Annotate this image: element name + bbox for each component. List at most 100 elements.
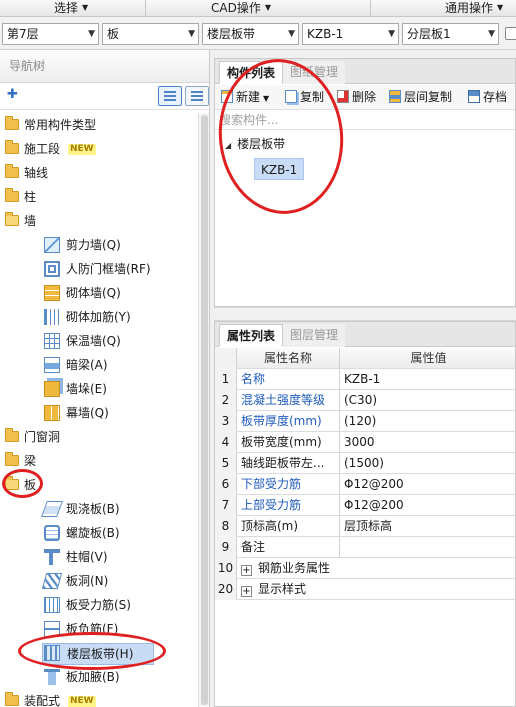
table-row[interactable]: 6 下部受力筋 Φ12@200: [215, 474, 515, 495]
type-select[interactable]: 楼层板带 ▼: [202, 23, 299, 45]
save-button[interactable]: 存档: [468, 89, 507, 106]
menu-divider: [145, 0, 146, 17]
tree-item-label: 梁: [24, 454, 37, 468]
component-toolbar: 新建 ▼ 复制 删除 层间复制 存档: [215, 85, 515, 110]
tree-item-label: 柱: [24, 190, 37, 204]
door-frame-wall-icon: [44, 261, 60, 277]
folder-icon: [5, 188, 19, 202]
chevron-down-icon: ▼: [263, 94, 270, 103]
tree-item-label: 螺旋板(B): [66, 526, 120, 540]
table-row[interactable]: 2 混凝土强度等级 (C30): [215, 390, 515, 411]
negative-rebar-icon: [44, 621, 60, 637]
chevron-down-icon: ▼: [388, 29, 395, 39]
nav-scrollbar[interactable]: [198, 113, 209, 707]
category-select[interactable]: 板 ▼: [102, 23, 199, 45]
table-row[interactable]: 3 板带厚度(mm) (120): [215, 411, 515, 432]
hidden-beam-icon: [44, 357, 60, 373]
tab-drawing-management[interactable]: 图纸管理: [283, 61, 346, 84]
collapse-triangle-icon[interactable]: ◢: [225, 141, 231, 150]
chevron-down-icon: ▼: [497, 3, 504, 12]
tree-item-floor-slab-band[interactable]: 楼层板带(H): [0, 641, 198, 665]
scrollbar-thumb[interactable]: [201, 115, 208, 705]
tree-item-label: 人防门框墙(RF): [66, 262, 151, 276]
cast-slab-icon: [41, 501, 63, 517]
option-checkbox[interactable]: [505, 27, 516, 40]
nav-toolbar: ✚: [0, 83, 209, 110]
tab-property-list[interactable]: 属性列表: [219, 324, 284, 347]
menu-cad-label: CAD操作: [211, 1, 261, 15]
tree-item-label: 板加腋(B): [66, 670, 120, 684]
tree-item-label: 暗梁(A): [66, 358, 108, 372]
new-label: 新建: [236, 90, 261, 104]
table-row[interactable]: 1 名称 KZB-1: [215, 369, 515, 390]
tree-item-label: 施工段: [24, 142, 61, 156]
tree-item-label: 板洞(N): [66, 574, 109, 588]
save-icon: [468, 90, 480, 103]
row-name: 混凝土强度等级: [241, 393, 326, 407]
column-cap-icon: [44, 549, 60, 565]
add-icon[interactable]: ✚: [7, 87, 18, 102]
row-value[interactable]: [339, 537, 516, 558]
table-row[interactable]: 7 上部受力筋 Φ12@200: [215, 495, 515, 516]
delete-label: 删除: [352, 90, 377, 104]
icon-view-button[interactable]: [185, 86, 209, 106]
masonry-wall-icon: [44, 285, 60, 301]
expand-plus-icon[interactable]: +: [241, 586, 252, 597]
tree-item-label: 墙: [24, 214, 37, 228]
property-panel: 属性列表 图层管理 属性名称 属性值 1 名称 KZB-1 2 混凝土强度等级 (C30…: [214, 321, 516, 707]
tab-component-list[interactable]: 构件列表: [219, 61, 284, 84]
row-value[interactable]: 3000: [339, 432, 516, 453]
component-item-selected[interactable]: KZB-1: [254, 158, 305, 180]
floor-copy-label: 层间复制: [404, 90, 453, 104]
component-select[interactable]: KZB-1 ▼: [302, 23, 399, 45]
tree-item-label: 保温墙(Q): [66, 334, 121, 348]
spiral-slab-icon: [44, 525, 60, 541]
floor-select[interactable]: 第7层 ▼: [2, 23, 99, 45]
row-value[interactable]: 层顶标高: [339, 516, 516, 537]
row-name: 名称: [241, 372, 266, 386]
layer-select-value: 分层板1: [407, 27, 451, 41]
row-index: 1: [215, 369, 237, 390]
table-row-group[interactable]: 10 + 钢筋业务属性: [215, 558, 515, 579]
table-row[interactable]: 9 备注: [215, 537, 515, 558]
delete-button[interactable]: 删除: [337, 89, 376, 106]
row-value[interactable]: KZB-1: [339, 369, 516, 390]
menu-cad[interactable]: CAD操作 ▼: [211, 0, 271, 17]
menu-general-label: 通用操作: [445, 1, 494, 15]
new-badge: NEW: [68, 144, 96, 155]
table-row-group[interactable]: 20 + 显示样式: [215, 579, 515, 600]
layer-select[interactable]: 分层板1 ▼: [402, 23, 499, 45]
floor-copy-button[interactable]: 层间复制: [389, 89, 452, 106]
nav-title: 导航树: [0, 50, 209, 83]
table-row[interactable]: 8 顶标高(m) 层顶标高: [215, 516, 515, 537]
copy-button[interactable]: 复制: [285, 89, 324, 106]
menu-select[interactable]: 选择 ▼: [54, 0, 88, 17]
row-value[interactable]: (1500): [339, 453, 516, 474]
row-value[interactable]: (C30): [339, 390, 516, 411]
component-tree-root[interactable]: ◢ 楼层板带: [225, 133, 285, 155]
row-name: 钢筋业务属性: [258, 561, 331, 575]
category-select-value: 板: [107, 27, 120, 41]
new-button[interactable]: 新建 ▼: [221, 89, 269, 106]
row-value[interactable]: Φ12@200: [339, 495, 516, 516]
delete-icon: [337, 90, 349, 103]
folder-icon: [5, 428, 19, 442]
menu-general[interactable]: 通用操作 ▼: [445, 0, 503, 17]
table-row[interactable]: 5 轴线距板带左... (1500): [215, 453, 515, 474]
tab-layer-management[interactable]: 图层管理: [283, 324, 346, 347]
row-value[interactable]: (120): [339, 411, 516, 432]
list-view-button[interactable]: [158, 86, 182, 106]
tree-item-label: 常用构件类型: [24, 118, 97, 132]
table-row[interactable]: 4 板带宽度(mm) 3000: [215, 432, 515, 453]
chevron-down-icon: ▼: [88, 29, 95, 39]
row-index: 20: [215, 579, 237, 600]
component-search-input[interactable]: 搜索构件...: [215, 111, 515, 130]
list-icon: [164, 91, 176, 101]
expand-plus-icon[interactable]: +: [241, 565, 252, 576]
row-index: 6: [215, 474, 237, 495]
grid-icon: [191, 91, 203, 101]
tree-item-label: 门窗洞: [24, 430, 61, 444]
panel-splitter[interactable]: [214, 307, 516, 321]
row-value[interactable]: Φ12@200: [339, 474, 516, 495]
row-name: 上部受力筋: [241, 498, 302, 512]
